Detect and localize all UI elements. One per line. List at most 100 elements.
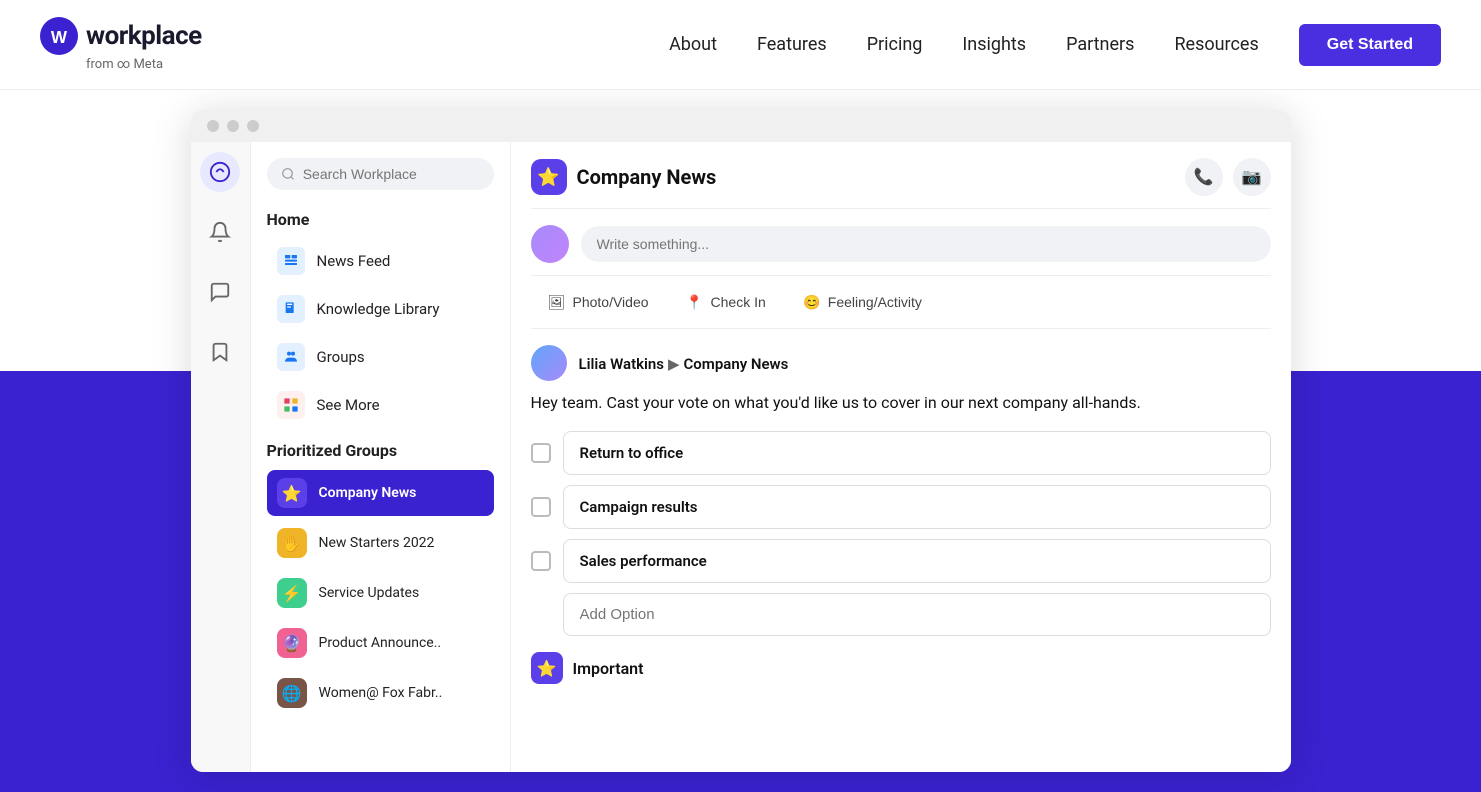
nav-item-seemore[interactable]: See More (267, 383, 494, 427)
search-box[interactable] (267, 158, 494, 190)
photo-video-button[interactable]: 🖼 Photo/Video (531, 284, 665, 320)
group-new-starters-label: New Starters 2022 (319, 535, 435, 551)
group-item-new-starters[interactable]: ✋ New Starters 2022 (267, 520, 494, 566)
content-header: ⭐ Company News 📞 📷 (531, 158, 1271, 209)
important-label: Important (573, 659, 644, 678)
post-author-name: Lilia Watkins (579, 355, 665, 373)
check-in-label: Check In (711, 294, 766, 310)
company-news-icon: ⭐ (277, 478, 307, 508)
content-title: Company News (577, 165, 717, 189)
nav-item-newsfeed-label: News Feed (317, 252, 391, 270)
nav-link-pricing[interactable]: Pricing (867, 34, 923, 55)
write-input[interactable] (581, 226, 1271, 262)
rail-icon-notifications[interactable] (200, 212, 240, 252)
phone-button[interactable]: 📞 (1185, 158, 1223, 196)
rail-icon-saved[interactable] (200, 332, 240, 372)
app-layout: Home News Feed Knowledge Library (191, 142, 1291, 772)
photo-video-label: Photo/Video (573, 294, 649, 310)
workplace-logo-icon: W (40, 17, 78, 55)
poll-label-2[interactable]: Campaign results (563, 485, 1271, 529)
poll-checkbox-1[interactable] (531, 443, 551, 463)
prioritized-groups-title: Prioritized Groups (267, 441, 494, 460)
nav-link-partners[interactable]: Partners (1066, 34, 1134, 55)
get-started-button[interactable]: Get Started (1299, 24, 1441, 66)
poll-checkbox-3[interactable] (531, 551, 551, 571)
photo-video-icon: 🖼 (547, 292, 567, 312)
nav-links: About Features Pricing Insights Partners… (669, 24, 1441, 66)
product-announce-icon: 🔮 (277, 628, 307, 658)
main-wrapper: Home News Feed Knowledge Library (0, 90, 1481, 792)
rail-icon-messages[interactable] (200, 272, 240, 312)
feeling-icon: 😊 (802, 292, 822, 312)
seemore-icon (277, 391, 305, 419)
nav-sidebar: Home News Feed Knowledge Library (251, 142, 511, 772)
nav-item-groups[interactable]: Groups (267, 335, 494, 379)
post-header: Lilia Watkins ▶ Company News (531, 345, 1271, 381)
poll-option-2: Campaign results (531, 485, 1271, 529)
group-product-announce-label: Product Announce.. (319, 635, 442, 651)
group-item-product-announce[interactable]: 🔮 Product Announce.. (267, 620, 494, 666)
add-option-box (531, 593, 1271, 636)
icon-rail (191, 142, 251, 772)
section-divider: Prioritized Groups (267, 441, 494, 460)
nav-item-knowledge[interactable]: Knowledge Library (267, 287, 494, 331)
group-women-fox-label: Women@ Fox Fabr.. (319, 685, 443, 701)
check-in-icon: 📍 (685, 292, 705, 312)
browser-window: Home News Feed Knowledge Library (191, 110, 1291, 772)
nav-item-seemore-label: See More (317, 396, 380, 414)
nav-link-resources[interactable]: Resources (1174, 34, 1258, 55)
header-actions: 📞 📷 (1185, 158, 1271, 196)
group-item-women-fox[interactable]: 🌐 Women@ Fox Fabr.. (267, 670, 494, 716)
service-updates-icon: ⚡ (277, 578, 307, 608)
browser-dot-3 (247, 120, 259, 132)
important-icon: ⭐ (531, 652, 563, 684)
browser-bar (191, 110, 1291, 142)
post-arrow: ▶ (668, 355, 680, 373)
logo-sub: from ∞ Meta (86, 57, 202, 72)
logo-area: W workplace from ∞ Meta (40, 17, 202, 72)
group-company-news-label: Company News (319, 485, 417, 501)
feeling-label: Feeling/Activity (828, 294, 922, 310)
nav-item-groups-label: Groups (317, 348, 365, 366)
top-navigation: W workplace from ∞ Meta About Features P… (0, 0, 1481, 90)
poll-checkbox-2[interactable] (531, 497, 551, 517)
newsfeed-icon (277, 247, 305, 275)
nav-link-insights[interactable]: Insights (962, 34, 1026, 55)
content-title-area: ⭐ Company News (531, 159, 717, 195)
home-section-title: Home (267, 210, 494, 229)
search-icon (281, 166, 295, 182)
group-item-service-updates[interactable]: ⚡ Service Updates (267, 570, 494, 616)
browser-dot-1 (207, 120, 219, 132)
feeling-button[interactable]: 😊 Feeling/Activity (786, 284, 938, 320)
content-title-icon: ⭐ (531, 159, 567, 195)
important-section: ⭐ Important (531, 652, 1271, 684)
groups-icon (277, 343, 305, 371)
nav-item-knowledge-label: Knowledge Library (317, 300, 440, 318)
poll-option-1: Return to office (531, 431, 1271, 475)
post-author-info: Lilia Watkins ▶ Company News (579, 354, 789, 373)
poll-label-3[interactable]: Sales performance (563, 539, 1271, 583)
user-avatar (531, 225, 569, 263)
nav-link-features[interactable]: Features (757, 34, 827, 55)
search-input[interactable] (303, 166, 480, 182)
poll-option-3: Sales performance (531, 539, 1271, 583)
post-actions: 🖼 Photo/Video 📍 Check In 😊 Feeling/Activ… (531, 275, 1271, 329)
logo-name: workplace (86, 21, 202, 51)
main-content: ⭐ Company News 📞 📷 (511, 142, 1291, 772)
nav-item-newsfeed[interactable]: News Feed (267, 239, 494, 283)
rail-icon-home[interactable] (200, 152, 240, 192)
group-service-updates-label: Service Updates (319, 585, 420, 601)
nav-link-about[interactable]: About (669, 34, 717, 55)
check-in-button[interactable]: 📍 Check In (669, 284, 782, 320)
women-fox-icon: 🌐 (277, 678, 307, 708)
group-item-company-news[interactable]: ⭐ Company News (267, 470, 494, 516)
post-destination: Company News (684, 355, 789, 373)
new-starters-icon: ✋ (277, 528, 307, 558)
post: Lilia Watkins ▶ Company News Hey team. C… (531, 345, 1271, 684)
post-text: Hey team. Cast your vote on what you'd l… (531, 391, 1271, 415)
poll-label-1[interactable]: Return to office (563, 431, 1271, 475)
add-option-input[interactable] (563, 593, 1271, 636)
svg-text:W: W (51, 28, 68, 47)
knowledge-icon (277, 295, 305, 323)
video-button[interactable]: 📷 (1233, 158, 1271, 196)
